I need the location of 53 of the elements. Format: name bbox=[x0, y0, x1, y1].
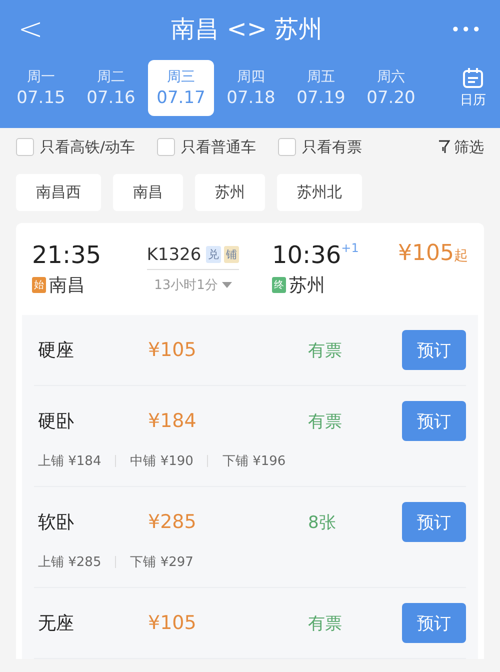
duration-toggle[interactable]: 13小时1分 bbox=[154, 276, 232, 294]
seat-price: ¥105 bbox=[148, 339, 198, 361]
availability: 有票 bbox=[308, 612, 342, 634]
calendar-button[interactable]: 日历 bbox=[460, 67, 492, 109]
berth-price: 中铺 ¥190 bbox=[130, 453, 194, 470]
seat-price: ¥184 bbox=[148, 410, 198, 432]
berth-price: 下铺 ¥297 bbox=[130, 554, 194, 571]
availability: 有票 bbox=[308, 340, 342, 362]
berth-price: 下铺 ¥196 bbox=[222, 453, 286, 470]
book-button[interactable]: 预订 bbox=[402, 603, 466, 643]
start-tag: 始 bbox=[32, 277, 46, 293]
book-button[interactable]: 预订 bbox=[402, 330, 466, 370]
more-button[interactable]: ••• bbox=[450, 20, 482, 38]
seat-price: ¥285 bbox=[148, 511, 198, 533]
book-button[interactable]: 预订 bbox=[402, 502, 466, 542]
station-chip[interactable]: 苏州北 bbox=[277, 174, 362, 211]
filter-button[interactable]: 筛选 bbox=[438, 138, 484, 156]
date-tab[interactable]: 周三 07.17 bbox=[148, 60, 214, 116]
lowest-price: ¥105起 bbox=[398, 241, 468, 266]
berth-price: 上铺 ¥184 bbox=[38, 453, 102, 470]
day-offset: +1 bbox=[341, 241, 359, 255]
seat-type: 无座 bbox=[37, 612, 75, 635]
availability: 8张 bbox=[308, 512, 336, 534]
seat-type: 硬座 bbox=[37, 339, 75, 362]
departure-time: 21:35 bbox=[32, 241, 102, 269]
calendar-icon bbox=[462, 67, 484, 89]
train-badge: 铺 bbox=[224, 246, 240, 263]
arrival-time: 10:36 bbox=[272, 241, 342, 269]
station-chip[interactable]: 南昌西 bbox=[16, 174, 101, 211]
seat-type: 软卧 bbox=[37, 511, 75, 534]
date-tab[interactable]: 周六 07.20 bbox=[358, 60, 424, 116]
filter-checkbox[interactable]: 只看有票 bbox=[278, 138, 362, 156]
train-badge: 兑 bbox=[206, 246, 222, 263]
train-number: K1326 bbox=[146, 244, 202, 264]
berth-price: 上铺 ¥285 bbox=[38, 554, 102, 571]
book-button[interactable]: 预订 bbox=[402, 401, 466, 441]
end-tag: 终 bbox=[272, 277, 286, 293]
seat-type: 硬卧 bbox=[37, 410, 75, 433]
date-tab[interactable]: 周五 07.19 bbox=[288, 60, 354, 116]
date-tab[interactable]: 周四 07.18 bbox=[218, 60, 284, 116]
filter-checkbox[interactable]: 只看高铁/动车 bbox=[16, 138, 136, 156]
arrival-station: 苏州 bbox=[289, 274, 325, 297]
back-button[interactable]: < bbox=[18, 12, 44, 46]
date-tab[interactable]: 周二 07.16 bbox=[78, 60, 144, 116]
filter-checkbox[interactable]: 只看普通车 bbox=[157, 138, 256, 156]
station-chip[interactable]: 南昌 bbox=[113, 174, 183, 211]
caret-icon bbox=[222, 282, 232, 288]
availability: 有票 bbox=[308, 410, 342, 432]
date-tab[interactable]: 周一 07.15 bbox=[8, 60, 74, 116]
route-title: 南昌 <> 苏州 bbox=[171, 14, 323, 45]
departure-station: 南昌 bbox=[49, 274, 85, 297]
seat-price: ¥105 bbox=[148, 612, 198, 634]
station-chip[interactable]: 苏州 bbox=[195, 174, 265, 211]
